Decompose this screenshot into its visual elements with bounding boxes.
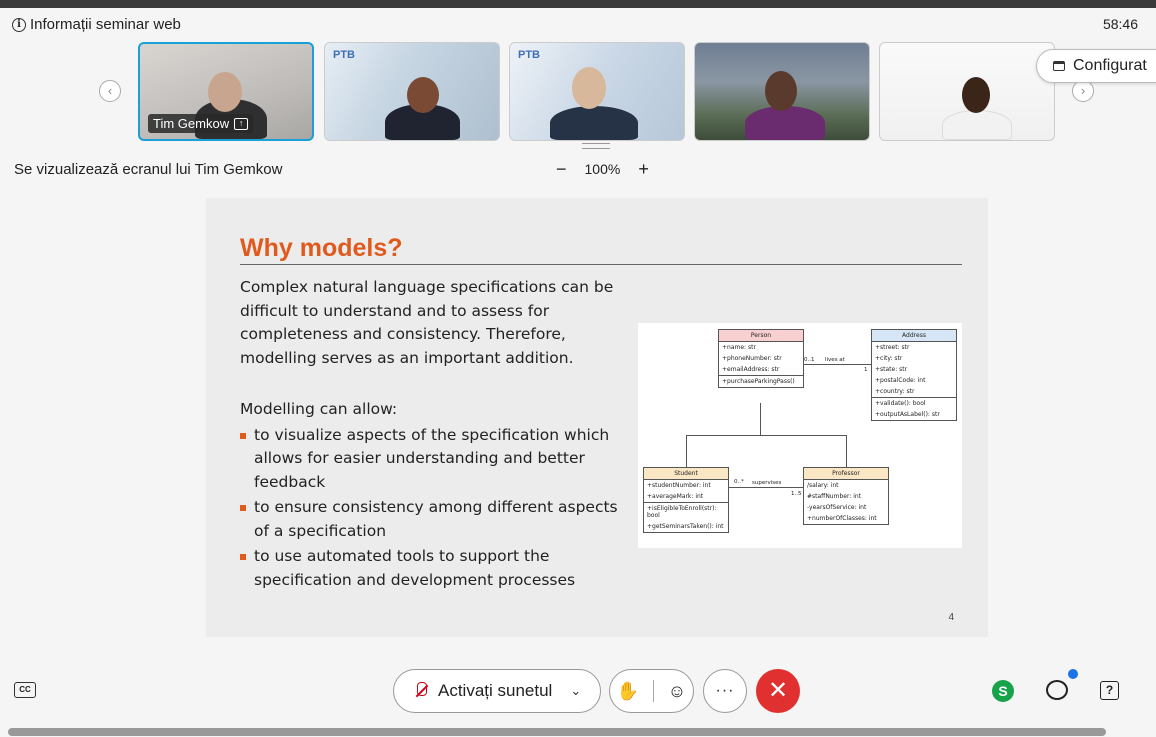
slide-body: Complex natural language specifications … (240, 276, 620, 594)
captions-button[interactable]: CC (14, 682, 36, 698)
ptb-logo: PTB (518, 49, 540, 61)
zoom-out-button[interactable]: − (556, 160, 567, 178)
participant-tile[interactable]: Tim Gemkow ↑ (138, 42, 314, 141)
zoom-in-button[interactable]: + (638, 160, 649, 178)
meeting-timer: 58:46 (1102, 16, 1138, 32)
shared-slide: Why models? Complex natural language spe… (206, 198, 988, 637)
uml-class-professor: Professor /salary: int #staffNumber: int… (803, 467, 889, 525)
control-bar: CC Activați sunetul ⌄ ✋ ☺ ··· ✕ S ? (0, 660, 1156, 722)
screen-share-status: Se vizualizează ecranul lui Tim Gemkow (14, 161, 283, 178)
emoji-reaction-icon[interactable]: ☺ (668, 681, 686, 702)
unmute-label: Activați sunetul (438, 681, 553, 700)
participant-tile[interactable]: PTB (509, 42, 685, 141)
header: i Informații seminar web 58:46 (0, 8, 1156, 40)
zoom-controls: − 100% + (556, 160, 649, 178)
strip-next-arrow-icon[interactable]: › (1072, 80, 1094, 102)
horizontal-scrollbar[interactable] (8, 728, 1106, 736)
strip-prev-arrow-icon[interactable]: ‹ (99, 80, 121, 102)
participant-tile[interactable] (879, 42, 1055, 141)
uml-class-student: Student +studentNumber: int +averageMark… (643, 467, 729, 533)
configure-button[interactable]: Configurat (1036, 49, 1156, 83)
uml-inheritance-line (686, 435, 687, 467)
ptb-logo: PTB (333, 49, 355, 61)
notification-dot (1068, 669, 1078, 679)
chat-icon[interactable] (1046, 680, 1068, 700)
uml-class-address: Address +street: str +city: str +state: … (871, 329, 957, 421)
window-top-bar (0, 0, 1156, 8)
webinar-info-title: Informații seminar web (30, 16, 181, 33)
webinar-info-button[interactable]: i Informații seminar web (12, 16, 181, 33)
title-divider (240, 264, 962, 265)
participant-video (942, 110, 1012, 140)
slide-bullet: to use automated tools to support the sp… (240, 545, 620, 592)
raise-hand-icon[interactable]: ✋ (617, 681, 639, 702)
slide-page-number: 4 (948, 612, 954, 623)
muted-mic-icon (414, 682, 428, 700)
participant-video (550, 106, 638, 140)
reactions-group: ✋ ☺ (609, 669, 694, 713)
spark-app-icon[interactable]: S (992, 680, 1014, 702)
participant-tile[interactable] (694, 42, 870, 141)
zoom-level: 100% (584, 161, 621, 177)
leave-meeting-button[interactable]: ✕ (756, 669, 800, 713)
slide-title: Why models? (240, 234, 403, 262)
uml-class-person: Person +name: str +phoneNumber: str +ema… (718, 329, 804, 388)
participant-face (208, 72, 242, 112)
slide-paragraph: Complex natural language specifications … (240, 278, 614, 367)
slide-bullet: to ensure consistency among different as… (240, 496, 620, 543)
uml-association-line (804, 364, 871, 365)
uml-association-line (729, 487, 803, 488)
participant-video (745, 106, 825, 140)
uml-inheritance-line (846, 435, 847, 467)
slide-bullet: to visualize aspects of the specificatio… (240, 424, 620, 495)
participant-strip: ‹ Tim Gemkow ↑ PTB PTB › Configurat (0, 40, 1156, 144)
resize-handle[interactable] (582, 143, 610, 149)
participant-face (962, 77, 990, 113)
more-options-button[interactable]: ··· (703, 669, 747, 713)
participant-face (407, 77, 439, 113)
uml-inheritance-line (760, 403, 761, 435)
help-button[interactable]: ? (1100, 681, 1119, 700)
participant-face (765, 71, 797, 111)
chevron-down-icon[interactable]: ⌄ (570, 683, 581, 699)
info-icon: i (12, 17, 26, 32)
uml-diagram: Person +name: str +phoneNumber: str +ema… (638, 323, 962, 548)
calendar-icon (1053, 61, 1065, 71)
participant-tile[interactable]: PTB (324, 42, 500, 141)
participant-face (572, 67, 606, 109)
screen-share-icon: ↑ (234, 117, 249, 130)
participant-name-tag: Tim Gemkow ↑ (148, 114, 254, 133)
slide-lead: Modelling can allow: (240, 400, 398, 418)
unmute-button[interactable]: Activați sunetul ⌄ (393, 669, 601, 713)
uml-inheritance-line (686, 435, 846, 436)
